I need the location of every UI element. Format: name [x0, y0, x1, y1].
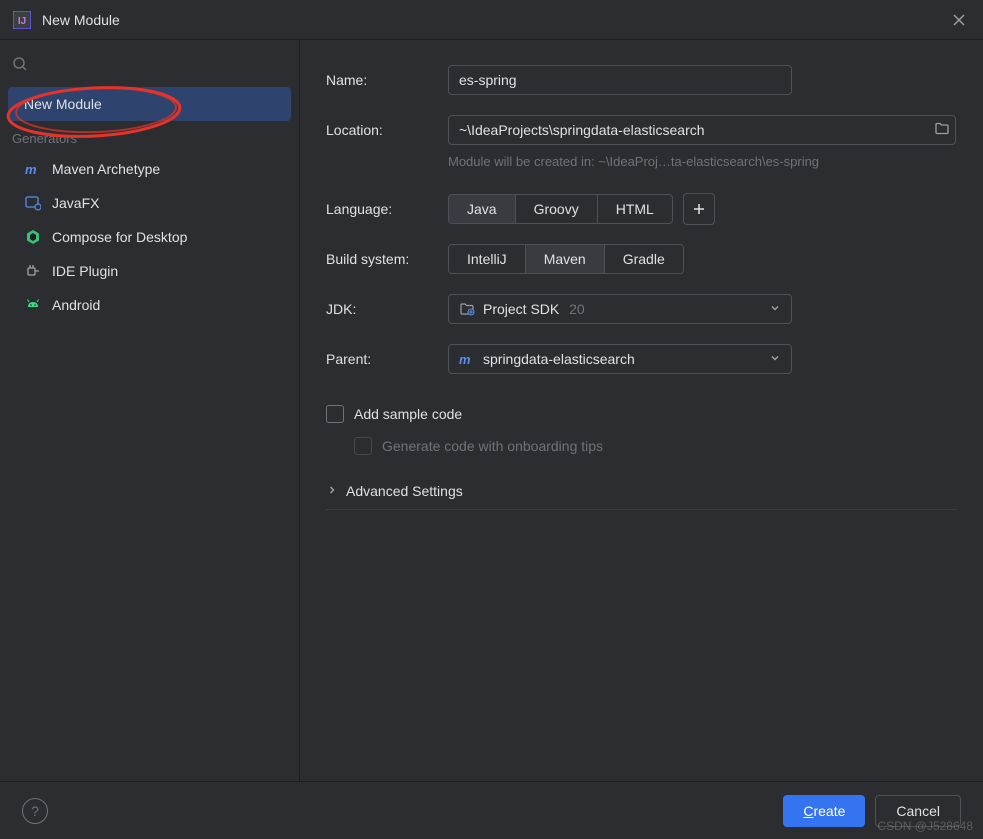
sidebar-item-label: IDE Plugin	[52, 263, 118, 279]
svg-text:m: m	[459, 352, 471, 367]
add-sample-code-checkbox-row[interactable]: Add sample code	[326, 405, 957, 423]
build-option-gradle[interactable]: Gradle	[605, 245, 683, 273]
create-button[interactable]: Create	[783, 795, 865, 827]
chevron-right-icon	[326, 483, 338, 499]
jdk-version: 20	[569, 301, 585, 317]
sidebar-section-generators: Generators	[0, 121, 299, 152]
sidebar: New Module Generators m Maven Archetype …	[0, 40, 300, 781]
sidebar-item-maven-archetype[interactable]: m Maven Archetype	[0, 152, 299, 186]
add-sample-code-label: Add sample code	[354, 406, 462, 422]
compose-icon	[24, 228, 42, 246]
sidebar-item-android[interactable]: Android	[0, 288, 299, 322]
sidebar-item-label: Maven Archetype	[52, 161, 160, 177]
search-icon[interactable]	[12, 56, 28, 72]
build-option-maven[interactable]: Maven	[526, 245, 605, 273]
sidebar-item-label: JavaFX	[52, 195, 99, 211]
chevron-down-icon	[769, 301, 781, 317]
language-label: Language:	[326, 201, 448, 217]
javafx-icon	[24, 194, 42, 212]
language-option-java[interactable]: Java	[449, 195, 516, 223]
build-system-label: Build system:	[326, 251, 448, 267]
location-label: Location:	[326, 122, 448, 138]
browse-folder-button[interactable]	[934, 121, 950, 140]
language-option-html[interactable]: HTML	[598, 195, 672, 223]
jdk-value: Project SDK	[483, 301, 559, 317]
cancel-button[interactable]: Cancel	[875, 795, 961, 827]
build-option-intellij[interactable]: IntelliJ	[449, 245, 526, 273]
build-system-segmented: IntelliJ Maven Gradle	[448, 244, 684, 274]
sidebar-item-label: Compose for Desktop	[52, 229, 187, 245]
location-hint: Module will be created in: ~\IdeaProj…ta…	[448, 154, 957, 169]
name-label: Name:	[326, 72, 448, 88]
onboarding-checkbox	[354, 437, 372, 455]
sidebar-item-compose[interactable]: Compose for Desktop	[0, 220, 299, 254]
footer: ? Create Cancel	[0, 781, 983, 839]
maven-icon: m	[24, 160, 42, 178]
add-language-button[interactable]	[683, 193, 715, 225]
sidebar-item-ide-plugin[interactable]: IDE Plugin	[0, 254, 299, 288]
jdk-label: JDK:	[326, 301, 448, 317]
close-button[interactable]	[947, 8, 971, 32]
titlebar: IJ New Module	[0, 0, 983, 40]
folder-icon	[934, 121, 950, 137]
sidebar-item-new-module[interactable]: New Module	[8, 87, 291, 121]
advanced-settings-label: Advanced Settings	[346, 483, 463, 499]
jdk-dropdown[interactable]: Project SDK 20	[448, 294, 792, 324]
jdk-folder-icon	[459, 301, 475, 317]
svg-text:IJ: IJ	[18, 16, 26, 27]
android-icon	[24, 296, 42, 314]
sidebar-item-label: New Module	[24, 96, 102, 112]
help-button[interactable]: ?	[22, 798, 48, 824]
search-row	[0, 48, 299, 87]
language-option-groovy[interactable]: Groovy	[516, 195, 598, 223]
chevron-down-icon	[769, 351, 781, 367]
onboarding-checkbox-row: Generate code with onboarding tips	[354, 437, 957, 455]
location-input[interactable]	[448, 115, 956, 145]
plugin-icon	[24, 262, 42, 280]
main-panel: Name: Location: Module will be created i…	[300, 40, 983, 781]
sidebar-item-label: Android	[52, 297, 100, 313]
close-icon	[952, 13, 966, 27]
parent-label: Parent:	[326, 351, 448, 367]
maven-module-icon: m	[459, 351, 475, 367]
parent-dropdown[interactable]: m springdata-elasticsearch	[448, 344, 792, 374]
help-icon: ?	[31, 803, 39, 819]
sidebar-item-javafx[interactable]: JavaFX	[0, 186, 299, 220]
name-input[interactable]	[448, 65, 792, 95]
plus-icon	[692, 202, 706, 216]
add-sample-code-checkbox[interactable]	[326, 405, 344, 423]
parent-value: springdata-elasticsearch	[483, 351, 769, 367]
svg-text:m: m	[25, 162, 37, 177]
onboarding-label: Generate code with onboarding tips	[382, 438, 603, 454]
advanced-settings-toggle[interactable]: Advanced Settings	[326, 483, 957, 510]
window-title: New Module	[42, 12, 947, 28]
language-segmented: Java Groovy HTML	[448, 194, 673, 224]
app-icon: IJ	[12, 10, 32, 30]
